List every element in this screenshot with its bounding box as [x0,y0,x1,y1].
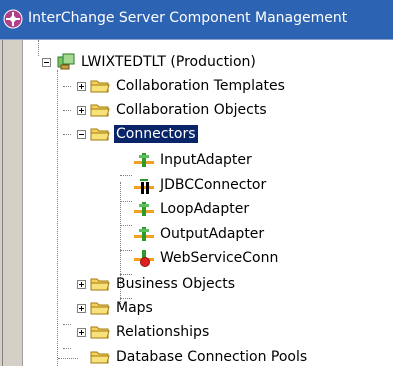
connector-label: JDBCConnector [160,177,267,193]
tree-item-label: Business Objects [116,276,236,292]
tree-item-label: Maps [116,300,153,316]
tree-item-database-connection-pools[interactable]: Database Connection Pools [90,345,309,366]
adapter-icon [134,202,154,216]
folder-icon [90,351,110,364]
tree-item-label: Database Connection Pools [116,349,308,365]
tree-item-collaboration-objects[interactable]: Collaboration Objects [77,98,269,122]
connector-label: OutputAdapter [160,226,265,242]
left-gutter [0,40,23,366]
server-label: LWIXTEDTLT (Production) [81,54,256,70]
expand-toggle[interactable] [77,81,86,91]
folder-icon [90,104,110,117]
folder-open-icon [90,128,110,141]
expand-toggle[interactable] [77,327,86,337]
connector-icon [134,179,154,194]
connector-item[interactable]: OutputAdapter [134,222,266,246]
connector-item[interactable]: WebServiceConn [134,246,280,270]
tree-item-collaboration-templates[interactable]: Collaboration Templates [77,74,287,98]
connector-item[interactable]: LoopAdapter [134,197,251,221]
connector-label: InputAdapter [160,152,252,168]
expand-toggle[interactable] [77,303,86,313]
expand-toggle[interactable] [77,279,86,289]
folder-icon [90,326,110,339]
folder-icon [90,278,110,291]
connector-item[interactable]: JDBCConnector [134,173,268,197]
tree-item-label: Collaboration Templates [116,78,285,94]
folder-icon [90,80,110,93]
title-bar: InterChange Server Component Management [0,0,393,40]
connector-label: WebServiceConn [160,250,279,266]
connector-label: LoopAdapter [160,201,250,217]
collapse-toggle[interactable] [77,129,86,139]
folder-icon [90,302,110,315]
adapter-icon [134,227,154,241]
tree-item-connectors[interactable]: Connectors [77,122,199,146]
tree-item-relationships[interactable]: Relationships [77,320,211,344]
connector-item[interactable]: InputAdapter [134,148,254,172]
adapter-stopped-icon [134,250,154,267]
tree-root[interactable]: LWIXTEDTLT (Production) [42,50,258,74]
window-title: InterChange Server Component Management [28,10,348,26]
tree-item-label: Connectors [113,124,199,144]
expand-toggle[interactable] [77,105,86,115]
tree-item-label: Collaboration Objects [116,102,267,118]
adapter-icon [134,153,154,167]
component-tree[interactable]: LWIXTEDTLT (Production) Collaboration Te… [23,40,393,366]
collapse-toggle[interactable] [42,57,51,67]
app-icon [3,9,23,29]
tree-item-label: Relationships [116,324,210,340]
tree-item-business-objects[interactable]: Business Objects [77,272,237,296]
tree-item-maps[interactable]: Maps [77,296,155,320]
server-icon [57,53,75,70]
